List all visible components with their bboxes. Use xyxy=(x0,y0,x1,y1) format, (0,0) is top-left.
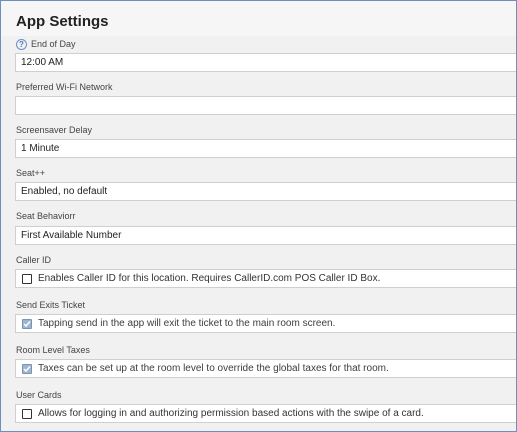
panel-header: App Settings xyxy=(1,1,516,36)
send-exits-ticket-option[interactable]: Tapping send in the app will exit the ti… xyxy=(15,314,516,333)
seat-behavior-label: Seat Behaviorr xyxy=(16,211,76,221)
caller-id-option[interactable]: Enables Caller ID for this location. Req… xyxy=(15,269,516,288)
user-cards-label: User Cards xyxy=(16,390,62,400)
screensaver-delay-select[interactable]: 1 Minute xyxy=(15,139,516,158)
seat-behavior-select[interactable]: First Available Number xyxy=(15,226,516,245)
room-level-taxes-option[interactable]: Taxes can be set up at the room level to… xyxy=(15,359,516,378)
wifi-network-label-row: Preferred Wi-Fi Network xyxy=(16,80,113,94)
screensaver-delay-label-row: Screensaver Delay xyxy=(16,123,92,137)
seat-plus-label: Seat++ xyxy=(16,168,46,178)
seat-behavior-label-row: Seat Behaviorr xyxy=(16,209,76,223)
caller-id-label-row: Caller ID xyxy=(16,253,51,267)
caller-id-label: Caller ID xyxy=(16,255,52,265)
wifi-network-input[interactable] xyxy=(15,96,516,115)
room-level-taxes-description: Taxes can be set up at the room level to… xyxy=(38,363,389,374)
caller-id-checkbox[interactable] xyxy=(22,273,32,284)
end-of-day-select[interactable]: 12:00 AM xyxy=(15,53,516,72)
seat-plus-select[interactable]: Enabled, no default xyxy=(15,182,516,201)
wifi-network-label: Preferred Wi-Fi Network xyxy=(16,82,113,92)
seat-plus-label-row: Seat++ xyxy=(16,166,45,180)
checkmark-icon xyxy=(23,365,31,372)
room-level-taxes-label-row: Room Level Taxes xyxy=(16,343,90,357)
user-cards-description: Allows for logging in and authorizing pe… xyxy=(38,408,424,419)
end-of-day-label: End of Day xyxy=(31,39,76,49)
screensaver-delay-label: Screensaver Delay xyxy=(16,125,93,135)
end-of-day-value: 12:00 AM xyxy=(21,57,64,68)
page-title: App Settings xyxy=(16,13,109,30)
seat-plus-value: Enabled, no default xyxy=(21,186,108,197)
question-circle-icon[interactable]: ? xyxy=(16,38,27,50)
screensaver-delay-value: 1 Minute xyxy=(21,143,60,154)
seat-behavior-value: First Available Number xyxy=(21,230,122,241)
checkmark-icon xyxy=(23,320,31,327)
room-level-taxes-label: Room Level Taxes xyxy=(16,345,90,355)
send-exits-ticket-description: Tapping send in the app will exit the ti… xyxy=(38,318,336,329)
caller-id-description: Enables Caller ID for this location. Req… xyxy=(38,273,381,284)
send-exits-ticket-checkbox[interactable] xyxy=(22,318,32,329)
user-cards-option[interactable]: Allows for logging in and authorizing pe… xyxy=(15,404,516,423)
send-exits-ticket-label: Send Exits Ticket xyxy=(16,300,86,310)
user-cards-checkbox[interactable] xyxy=(22,408,32,419)
user-cards-label-row: User Cards xyxy=(16,388,62,402)
send-exits-ticket-label-row: Send Exits Ticket xyxy=(16,298,85,312)
room-level-taxes-checkbox[interactable] xyxy=(22,363,32,374)
end-of-day-label-row: ? End of Day xyxy=(16,37,76,51)
app-settings-panel: App Settings ? End of Day 12:00 AM Prefe… xyxy=(0,0,517,432)
